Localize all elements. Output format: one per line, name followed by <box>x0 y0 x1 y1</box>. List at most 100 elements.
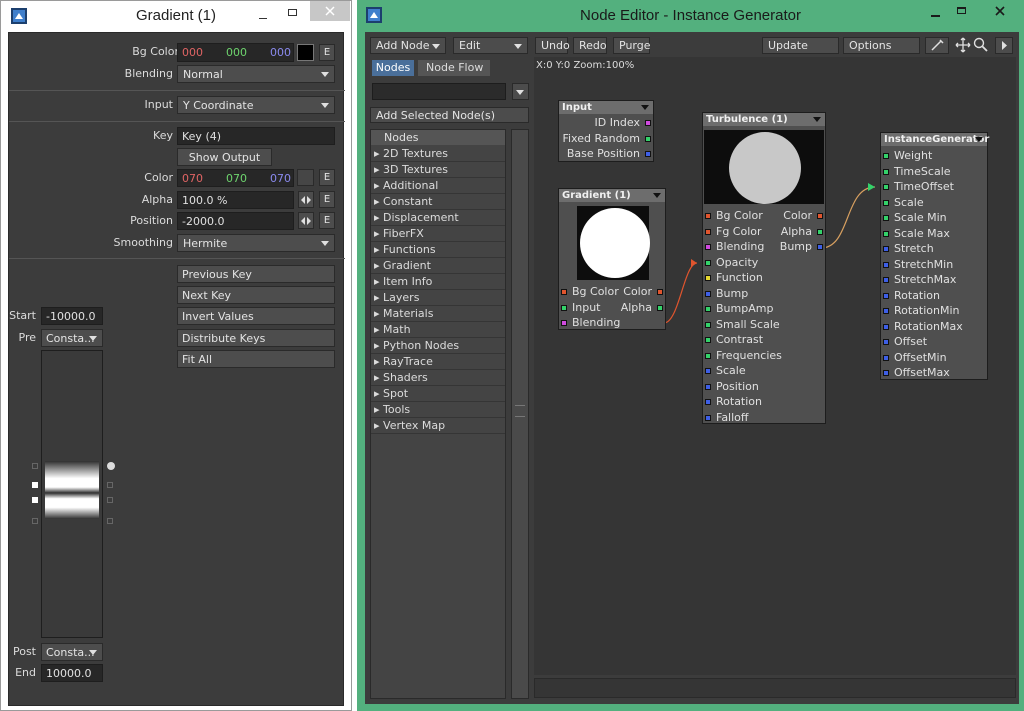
node-port[interactable]: Offset <box>883 335 927 349</box>
eyedropper-button[interactable] <box>925 37 949 54</box>
redo-button[interactable]: Redo <box>573 37 607 54</box>
node-port[interactable]: RotationMax <box>883 320 963 334</box>
tab-nodes[interactable]: Nodes <box>372 60 414 76</box>
port-socket-icon[interactable] <box>657 304 663 311</box>
close-button[interactable] <box>981 2 1019 20</box>
key-color-g[interactable]: 070 <box>226 170 247 186</box>
category-item[interactable]: ▸ Item Info <box>371 274 505 290</box>
category-item[interactable]: ▸ 2D Textures <box>371 146 505 162</box>
purge-button[interactable]: Purge <box>613 37 651 54</box>
distribute-keys-button[interactable]: Distribute Keys <box>177 329 335 347</box>
node-port[interactable]: Scale <box>883 196 924 210</box>
port-socket-icon[interactable] <box>561 289 567 295</box>
port-socket-icon[interactable] <box>705 213 711 219</box>
play-button[interactable] <box>995 37 1013 54</box>
category-item[interactable]: ▸ Tools <box>371 402 505 418</box>
category-item[interactable]: ▸ 3D Textures <box>371 162 505 178</box>
key-marker[interactable] <box>107 482 113 488</box>
category-item[interactable]: ▸ Functions <box>371 242 505 258</box>
key-marker[interactable] <box>107 518 113 524</box>
key-marker[interactable] <box>32 497 38 503</box>
category-item[interactable]: ▸ Layers <box>371 290 505 306</box>
node-title[interactable]: InstanceGenerator <box>881 133 989 146</box>
maximize-icon[interactable] <box>287 7 299 19</box>
node-port[interactable]: StretchMin <box>883 258 953 272</box>
close-button[interactable] <box>310 1 350 21</box>
port-socket-icon[interactable] <box>883 199 889 206</box>
node-title[interactable]: Gradient (1) <box>559 189 665 202</box>
node-port[interactable]: Opacity <box>705 256 758 270</box>
maximize-icon[interactable] <box>955 4 969 18</box>
port-socket-icon[interactable] <box>705 383 711 390</box>
port-socket-icon[interactable] <box>883 354 889 361</box>
port-socket-icon[interactable] <box>817 244 823 250</box>
node-port[interactable]: Input <box>561 301 600 315</box>
port-socket-icon[interactable] <box>883 184 889 190</box>
expand-arrow-icon[interactable]: ▸ <box>374 387 383 400</box>
expand-arrow-icon[interactable]: ▸ <box>374 275 383 288</box>
port-socket-icon[interactable] <box>561 320 567 326</box>
port-socket-icon[interactable] <box>705 290 711 297</box>
port-socket-icon[interactable] <box>705 228 711 235</box>
node-port[interactable]: Alpha <box>781 225 823 239</box>
node-list-scrollbar[interactable] <box>511 129 529 699</box>
node-port[interactable]: ID Index <box>595 116 651 130</box>
port-socket-icon[interactable] <box>883 246 889 252</box>
port-socket-icon[interactable] <box>705 368 711 374</box>
category-item[interactable]: ▸ Displacement <box>371 210 505 226</box>
gradient-bar[interactable] <box>41 350 103 638</box>
category-item[interactable]: ▸ Materials <box>371 306 505 322</box>
port-socket-icon[interactable] <box>883 168 889 175</box>
expand-arrow-icon[interactable]: ▸ <box>374 211 383 224</box>
key-marker[interactable] <box>32 518 38 524</box>
node-port[interactable]: OffsetMax <box>883 366 950 380</box>
expand-arrow-icon[interactable]: ▸ <box>374 259 383 272</box>
port-socket-icon[interactable] <box>657 289 663 295</box>
port-socket-icon[interactable] <box>883 261 889 268</box>
undo-button[interactable]: Undo <box>535 37 570 54</box>
node-port[interactable]: TimeOffset <box>883 180 954 194</box>
node-title[interactable]: Turbulence (1) <box>703 113 825 126</box>
port-socket-icon[interactable] <box>883 230 889 237</box>
expand-arrow-icon[interactable]: ▸ <box>374 163 383 176</box>
expand-arrow-icon[interactable]: ▸ <box>374 371 383 384</box>
bg-color-r[interactable]: 000 <box>182 44 203 61</box>
node-search-input[interactable] <box>372 83 506 100</box>
expand-arrow-icon[interactable]: ▸ <box>374 227 383 240</box>
key-marker[interactable] <box>32 482 38 488</box>
port-socket-icon[interactable] <box>645 135 651 142</box>
alpha-field[interactable]: 100.0 % <box>177 191 294 209</box>
minimize-icon[interactable] <box>257 9 269 21</box>
add-selected-nodes-button[interactable]: Add Selected Node(s) <box>370 107 529 123</box>
port-socket-icon[interactable] <box>883 370 889 376</box>
port-socket-icon[interactable] <box>705 275 711 281</box>
port-socket-icon[interactable] <box>817 213 823 219</box>
port-socket-icon[interactable] <box>705 259 711 266</box>
port-socket-icon[interactable] <box>883 308 889 314</box>
node-port[interactable]: Contrast <box>705 333 763 347</box>
key-color-swatch[interactable] <box>297 169 314 186</box>
port-socket-icon[interactable] <box>817 228 823 235</box>
port-socket-icon[interactable] <box>561 304 567 311</box>
node-port[interactable]: OffsetMin <box>883 351 947 365</box>
expand-arrow-icon[interactable]: ▸ <box>374 179 383 192</box>
expand-arrow-icon[interactable]: ▸ <box>374 307 383 320</box>
invert-values-button[interactable]: Invert Values <box>177 307 335 325</box>
smoothing-dropdown[interactable]: Hermite <box>177 234 335 252</box>
node-port[interactable]: Function <box>705 271 763 285</box>
node-port[interactable]: Position <box>705 380 759 394</box>
add-node-dropdown[interactable]: Add Node <box>370 37 446 54</box>
key-color-b[interactable]: 070 <box>270 170 291 186</box>
node-title[interactable]: Input <box>559 101 653 114</box>
search-dropdown-button[interactable] <box>512 83 529 100</box>
port-socket-icon[interactable] <box>705 321 711 328</box>
node-port[interactable]: Scale <box>705 364 746 378</box>
pre-dropdown[interactable]: Consta... <box>41 329 103 347</box>
category-item[interactable]: ▸ Shaders <box>371 370 505 386</box>
category-item[interactable]: ▸ Additional <box>371 178 505 194</box>
bg-color-g[interactable]: 000 <box>226 44 247 61</box>
tab-node-flow[interactable]: Node Flow <box>418 60 490 76</box>
key-color-field[interactable]: 070 070 070 <box>177 169 294 187</box>
bg-color-swatch[interactable] <box>297 44 314 61</box>
end-field[interactable]: 10000.0 <box>41 664 103 682</box>
